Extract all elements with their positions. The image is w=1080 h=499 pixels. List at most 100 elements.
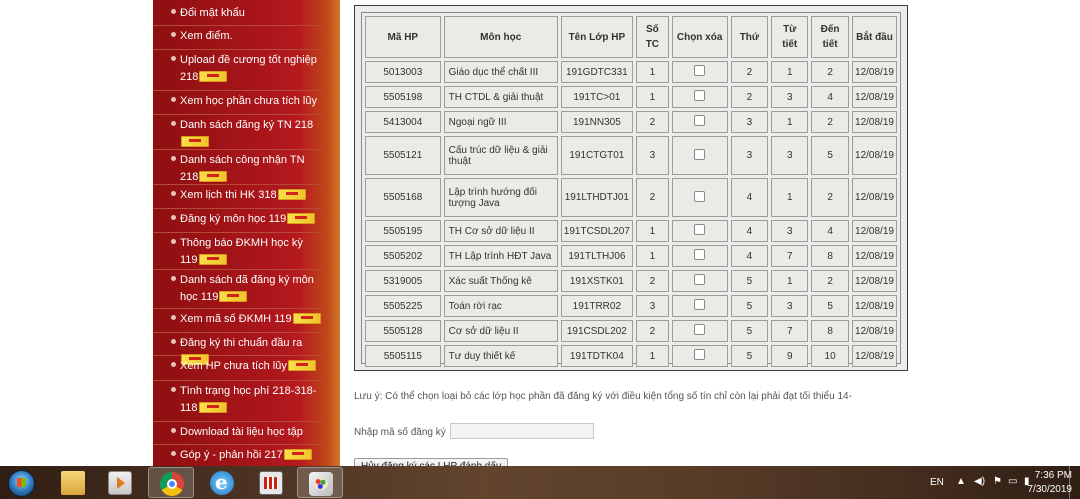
table-cell: 1 (635, 61, 669, 83)
table-cell: 3 (635, 295, 669, 317)
table-cell: 5 (811, 136, 850, 175)
sidebar-item[interactable]: Download tài liệu học tập (153, 421, 323, 445)
delete-checkbox[interactable] (694, 324, 706, 335)
sidebar-item[interactable]: Xem học phần chưa tích lũy (153, 90, 323, 115)
taskbar-paint-button[interactable] (297, 467, 343, 498)
new-badge-icon (198, 253, 227, 265)
new-badge-icon (277, 188, 306, 200)
flag-icon[interactable]: ⚑ (993, 477, 1002, 487)
new-badge-icon (283, 448, 312, 460)
table-cell: 3 (771, 295, 809, 317)
table-cell: 1 (771, 178, 809, 217)
delete-checkbox[interactable] (694, 249, 706, 260)
bullet-icon (171, 339, 176, 344)
table-cell: 1 (635, 245, 669, 267)
sidebar-item[interactable]: Danh sách đã đăng ký môn học 119 (153, 269, 323, 309)
sidebar-menu: Đổi mật khẩu Xem điểm. Upload đề cương tốt… (153, 0, 340, 470)
sidebar-item[interactable]: Đổi mật khẩu (153, 2, 323, 26)
sidebar-item[interactable]: Xem HP chưa tích lũy (153, 355, 323, 381)
start-button[interactable] (3, 467, 39, 498)
clock-time[interactable]: 7:36 PM (1032, 470, 1072, 481)
page-margin-left (0, 0, 153, 470)
sidebar-item[interactable]: Xem lịch thi HK 318 (153, 184, 323, 209)
sidebar-item-label: Danh sách đã đăng ký môn học 119 (180, 272, 321, 306)
table-cell: 2 (635, 270, 669, 292)
bullet-icon (171, 215, 176, 220)
select-delete-cell (671, 270, 728, 292)
taskbar-ie-button[interactable] (199, 467, 245, 498)
table-cell: Lập trình hướng đối tượng Java (443, 178, 558, 217)
show-desktop-button[interactable] (1069, 466, 1080, 499)
table-cell: 5505202 (365, 245, 441, 267)
table-cell: 12/08/19 (852, 111, 897, 133)
delete-checkbox[interactable] (694, 224, 706, 235)
table-cell: 2 (635, 178, 669, 217)
table-cell: 5 (730, 270, 769, 292)
bullet-icon (171, 428, 176, 433)
delete-checkbox[interactable] (694, 115, 706, 126)
sidebar-item[interactable]: Xem mã số ĐKMH 119 (153, 308, 323, 333)
table-cell: 5 (811, 295, 850, 317)
taskbar-app-button[interactable] (248, 467, 294, 498)
delete-checkbox[interactable] (694, 90, 706, 101)
display-icon[interactable]: ▭ (1008, 477, 1017, 487)
select-delete-cell (671, 61, 728, 83)
bullet-icon (171, 451, 176, 456)
table-cell: 2 (730, 61, 769, 83)
table-row: 5505202 TH Lập trình HĐT Java 191TLTHJ06 1 4… (365, 245, 897, 267)
table-cell: TH Cơ sở dữ liệu II (443, 220, 558, 242)
sidebar-item[interactable]: Thông báo ĐKMH học kỳ 119 (153, 232, 323, 270)
sidebar-item-label: Góp ý - phản hồi 217 (180, 447, 321, 464)
delete-checkbox[interactable] (694, 274, 706, 285)
bullet-icon (171, 121, 176, 126)
table-cell: 191LTHDTJ01 (560, 178, 633, 217)
app-icon (259, 471, 283, 495)
column-header: Số TC (635, 16, 669, 58)
table-cell: 191CSDL202 (560, 320, 633, 342)
delete-checkbox[interactable] (694, 65, 706, 76)
delete-checkbox[interactable] (694, 299, 706, 310)
sidebar-item-label: Đăng ký môn học 119 (180, 211, 321, 228)
chevron-up-icon[interactable]: ▲ (956, 477, 966, 487)
table-cell: 5505115 (365, 345, 441, 367)
taskbar-chrome-button[interactable] (148, 467, 194, 498)
taskbar-media-button[interactable] (97, 467, 143, 498)
table-cell: 12/08/19 (852, 345, 897, 367)
sidebar-item[interactable]: Đăng ký thi chuẩn đầu ra (153, 332, 323, 365)
table-row: 5505168 Lập trình hướng đối tượng Java 191… (365, 178, 897, 217)
sidebar-item[interactable]: Đăng ký môn học 119 (153, 208, 323, 233)
table-cell: 2 (811, 178, 850, 217)
sidebar-item[interactable]: Danh sách công nhận TN 218 (153, 149, 323, 185)
language-indicator[interactable]: EN (930, 477, 944, 488)
delete-checkbox[interactable] (694, 190, 706, 202)
sidebar-item-label: Danh sách đăng ký TN 218 (180, 117, 321, 151)
table-cell: 12/08/19 (852, 136, 897, 175)
registered-courses-table: Mã HP Môn học Tên Lớp HP Số TC Chọn xóa Thứ Từ… (362, 13, 900, 370)
sidebar-item[interactable]: Tình trạng học phí 218-318-118 (153, 380, 323, 422)
delete-checkbox[interactable] (694, 148, 706, 160)
table-cell: TH CTDL & giải thuật (443, 86, 558, 108)
table-cell: 1 (635, 220, 669, 242)
sidebar-item-text: Xem HP chưa tích lũy (180, 360, 287, 372)
table-cell: 12/08/19 (852, 320, 897, 342)
table-row: 5505195 TH Cơ sở dữ liệu II 191TCSDL207 1 4 3… (365, 220, 897, 242)
table-row: 5413004 Ngoại ngữ III 191NN305 2 3 1 2 12/08/19 (365, 111, 897, 133)
table-cell: 4 (811, 220, 850, 242)
table-cell: 1 (771, 111, 809, 133)
delete-checkbox[interactable] (694, 349, 706, 360)
sidebar-item-text: Đăng ký thi chuẩn đầu ra (180, 337, 303, 349)
column-header: Mã HP (365, 16, 441, 58)
sidebar-item[interactable]: Upload đề cương tốt nghiệp 218 (153, 49, 323, 91)
taskbar-folder-button[interactable] (50, 467, 96, 498)
sidebar-item[interactable]: Danh sách đăng ký TN 218 (153, 114, 323, 150)
column-header: Tên Lớp HP (560, 16, 633, 58)
clock-date[interactable]: 7/30/2019 (1024, 484, 1073, 495)
sidebar-item-label: Đổi mật khẩu (180, 5, 321, 22)
register-code-input[interactable] (450, 423, 594, 439)
sidebar-item-text: Download tài liệu học tập (180, 426, 303, 438)
volume-icon[interactable]: ◀) (974, 477, 985, 487)
sidebar-item[interactable]: Xem điểm. (153, 25, 323, 50)
select-delete-cell (671, 245, 728, 267)
table-cell: 12/08/19 (852, 86, 897, 108)
new-badge-icon (199, 70, 228, 82)
